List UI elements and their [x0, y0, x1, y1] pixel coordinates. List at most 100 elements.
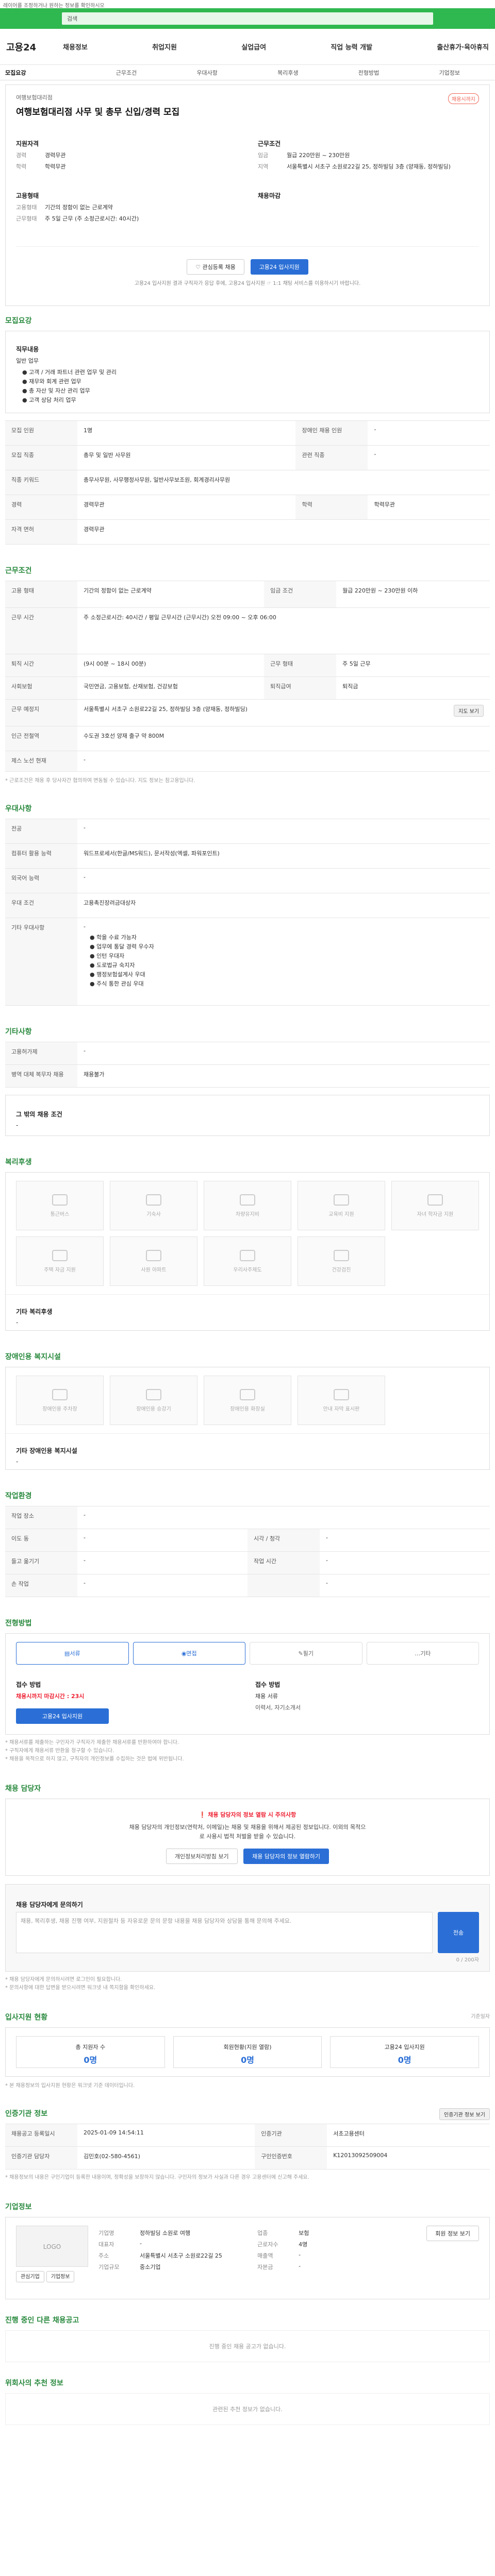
table-row: 작업 장소 - [5, 1506, 490, 1529]
menu-item[interactable]: 실업급여 [241, 42, 266, 52]
list-item: ● 주식 통한 관심 우대 [90, 980, 144, 987]
step-etc: … 기타 [366, 1642, 479, 1665]
tab-work[interactable]: 근무조건 [86, 69, 167, 77]
kv-value: 주 5일 근무 (주 소정근로시간: 40시간) [45, 215, 139, 222]
kv-key: 경력 [16, 152, 27, 159]
emp-type-title: 고용형태 [16, 192, 39, 199]
welfare-item: 자녀 학자금 지원 [391, 1181, 479, 1230]
tab-recruit[interactable]: 모집요강 [5, 69, 86, 77]
list-item: ● 도로법규 숙지자 [90, 962, 135, 969]
logo[interactable]: 고용24 [6, 40, 63, 54]
list-item: ● 행정보험설계사 우대 [90, 971, 145, 978]
company-logo: LOGO [16, 2226, 88, 2267]
apply-button[interactable]: 고용24 입사지원 [250, 259, 308, 275]
etc-icon: … [415, 1650, 421, 1657]
list-item: ● 총 자산 및 자산 관리 업무 [22, 387, 90, 394]
welfare-item: 기숙사 [110, 1181, 197, 1230]
stock-icon [240, 1249, 255, 1261]
menu-item[interactable]: 취업지원 [152, 42, 177, 52]
map-button[interactable]: 지도 보기 [454, 705, 484, 717]
fav-company-button[interactable]: 관심기업 [16, 2271, 44, 2282]
inquiry-textarea[interactable]: 채용, 복리후생, 채용 진행 여부, 지원절차 등 자유로운 문의 문항 내용… [16, 1912, 433, 1953]
kv-value: 월급 220만원 ~ 230만원 [287, 152, 350, 159]
menu-item[interactable]: 출산휴가·육아휴직 [437, 42, 489, 52]
table-row: 채용공고 등록일시 2025-01-09 14:54:11 인증기관 서초고용센터 [5, 2124, 490, 2147]
tab-process[interactable]: 전형방법 [328, 69, 409, 77]
education-icon [334, 1194, 349, 1206]
table-row: 경력 경력무관 학력 학력무관 [5, 495, 490, 520]
table-row: 제스 노선 현재 - [5, 751, 490, 772]
section-process-title: 전형방법 [5, 1619, 32, 1628]
disabled-item: 장애인용 화장실 [204, 1376, 291, 1425]
house-icon [52, 1249, 68, 1261]
job-desc-title: 직무내용 [16, 346, 39, 353]
interview-icon: ◉ [181, 1650, 187, 1657]
other-extra-title: 그 밖의 채용 조건 [16, 1111, 62, 1118]
section-rec-title: 위회사의 추천 정보 [5, 2379, 63, 2387]
tab-company[interactable]: 기업정보 [409, 69, 490, 77]
process-apply-button[interactable]: 고용24 입사지원 [16, 1708, 109, 1724]
table-row: 외국어 능력 - [5, 868, 490, 893]
inquiry-title: 채용 담당자에게 문의하기 [16, 1901, 83, 1908]
step-interview: ◉ 면접 [133, 1642, 245, 1665]
recruit-table: 모집 인원 1명 장애인 채용 인원 - 모집 직종 총무 및 일반 사무원 관련 직종 -… [5, 420, 490, 545]
welfare-sub-title: 기타 복리후생 [16, 1308, 53, 1315]
disabled-icons: 장애인용 주차장 장애인용 승강기 장애인용 화장실 안내 자막 표시판 [6, 1367, 489, 1433]
tab-prefer[interactable]: 우대사항 [167, 69, 248, 77]
deadline-badge: 채용시까지 [448, 93, 479, 104]
welfare-sub: 기타 복리후생 - [6, 1294, 489, 1330]
health-icon [334, 1249, 349, 1261]
process-right-items: 이력서, 자기소개서 [255, 1704, 301, 1711]
tab-welfare[interactable]: 복리후생 [248, 69, 328, 77]
table-row: 고용 형태 기간의 정함이 없는 근로계약 임금 조건 월급 220만원 ~ 230만… [5, 581, 490, 608]
section-recruit-title: 모집요강 [5, 317, 32, 325]
welfare-item: 차량유지비 [204, 1181, 291, 1230]
table-row: 근무 시간 주 소정근로시간: 40시간 / 평일 근무시간 (근무시간) 오전 … [5, 607, 490, 654]
section-prefer-title: 우대사항 [5, 805, 32, 813]
section-apply-title: 입사지원 현황 기준일자 [5, 1996, 490, 2027]
process-left-title: 접수 방법 [16, 1681, 41, 1688]
top-note: 레이어를 조정하거나 원하는 정보를 확인하시오 [0, 0, 495, 9]
privacy-button[interactable]: 개인정보처리방침 보기 [166, 1849, 238, 1864]
kv-value: 학력무관 [45, 163, 66, 170]
warn-text: 채용 담당자의 개인정보(연락처, 이메일)는 채용 및 채용을 위해서 제공된… [129, 1824, 366, 1840]
list-item: ● 학을 수료 가능자 [90, 934, 137, 941]
stat-apply: 고용24 입사지원 0명 [330, 2036, 480, 2068]
view-contact-button[interactable]: 채용 담당자의 정보 열람하기 [243, 1849, 329, 1864]
inquiry-notes: * 채용 담당자에게 문의하시려면 로그인이 필요합니다. * 문의사항에 대한… [5, 1977, 156, 1991]
bus-icon [52, 1194, 68, 1206]
table-row: 컴퓨터 활용 능력 워드프로세서(한글/MS워드), 문서작성(엑셀, 파워포인트… [5, 843, 490, 869]
table-row: 고용허가제 - [5, 1042, 490, 1065]
scrap-label: 관심등록 채용 [202, 264, 236, 270]
deadline-title: 채용마감 [258, 192, 281, 199]
inquiry-send-button[interactable]: 전송 [438, 1912, 479, 1953]
section-certify-title: 인증기관 정보 인증기관 정보 보기 [5, 2093, 490, 2124]
heart-icon: ♡ [195, 264, 203, 270]
table-row: 기타 우대사항 - ● 학을 수료 가능자 ● 업무에 통달 경력 우수자 ● … [5, 918, 490, 1006]
others-empty: 진행 중인 채용 공고가 없습니다. [5, 2330, 490, 2362]
list-item: ● 고객 / 거래 파트너 관련 업무 및 관리 [22, 369, 117, 376]
process-left-value: 채용시까지 마감시간 : 23시 [16, 1693, 85, 1700]
toilet-icon [240, 1388, 255, 1400]
parking-icon [52, 1388, 68, 1400]
dorm-icon [146, 1194, 161, 1206]
scrap-button[interactable]: ♡ 관심등록 채용 [187, 259, 244, 275]
menu-item[interactable]: 직업 능력 개발 [331, 42, 372, 52]
table-row: 인근 전철역 수도권 3호선 양재 출구 약 800M [5, 726, 490, 751]
table-row: 퇴직 시간 (9시 00분 ~ 18시 00분) 근무 형태 주 5일 근무 [5, 654, 490, 677]
certify-button[interactable]: 인증기관 정보 보기 [439, 2108, 490, 2120]
prefer-etc: - [84, 923, 86, 930]
disabled-item: 장애인용 주차장 [16, 1376, 104, 1425]
table-row: 직종 키워드 총무사무원, 사무행정사무원, 일반사무보조원, 회계경리사무원 [5, 470, 490, 495]
work-note: * 근로조건은 채용 후 당사자간 협의하여 변동될 수 있습니다. 지도 정보… [5, 778, 195, 784]
menu-item[interactable]: 채용정보 [63, 42, 88, 52]
welfare-item: 주택 자금 지원 [16, 1236, 104, 1286]
search-bar: 검색 [0, 8, 495, 29]
disabled-box: 장애인용 주차장 장애인용 승강기 장애인용 화장실 안내 자막 표시판 기타 … [5, 1367, 490, 1470]
welfare-box: 통근버스 기숙사 차량유지비 교육비 지원 자녀 학자금 지원 주택 자금 지원… [5, 1172, 490, 1331]
search-input[interactable]: 검색 [62, 12, 433, 25]
member-info-button[interactable]: 회원 정보 보기 [426, 2226, 479, 2241]
company-info-button[interactable]: 기업정보 [46, 2271, 75, 2282]
table-row: 모집 인원 1명 장애인 채용 인원 - [5, 420, 490, 446]
apply-pageinfo: 기준일자 [471, 2014, 490, 2020]
